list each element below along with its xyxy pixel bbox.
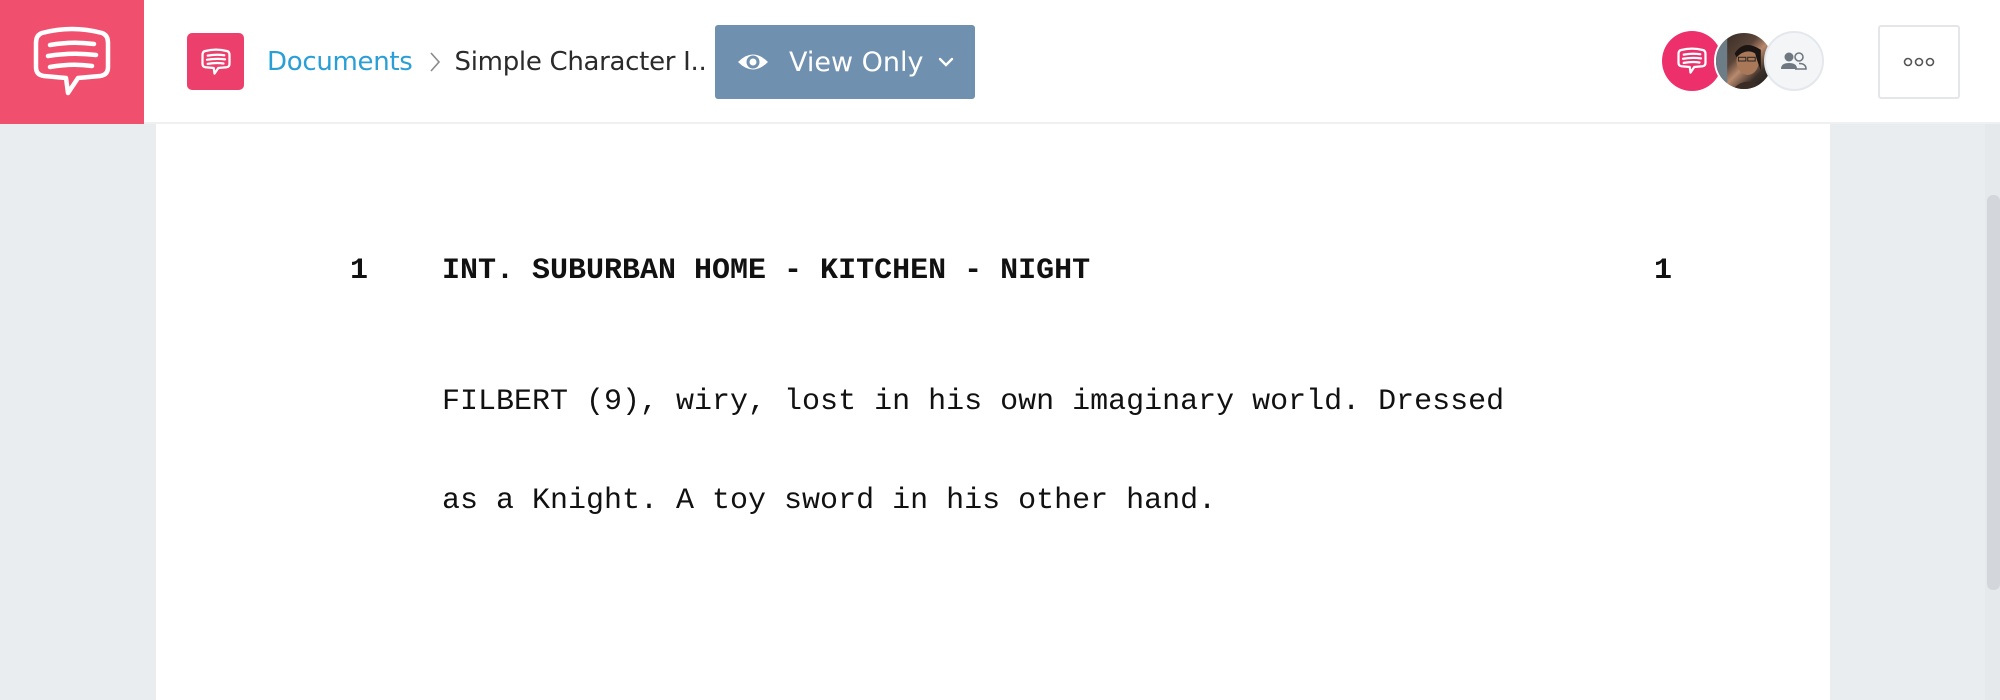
screenplay-page: 1 INT. SUBURBAN HOME - KITCHEN - NIGHT 1… xyxy=(156,124,1830,700)
chat-bubble-icon xyxy=(33,26,111,96)
top-bar: Documents Simple Character I.. View Only xyxy=(0,0,2000,124)
document-type-badge xyxy=(187,33,244,90)
scene-heading: INT. SUBURBAN HOME - KITCHEN - NIGHT xyxy=(442,254,1091,288)
breadcrumb-documents-link[interactable]: Documents xyxy=(267,47,413,77)
view-mode-dropdown[interactable]: View Only xyxy=(715,25,975,99)
chevron-down-icon xyxy=(938,57,954,67)
breadcrumb: Documents Simple Character I.. xyxy=(267,40,707,84)
chevron-right-icon xyxy=(429,51,441,73)
chat-bubble-icon xyxy=(1677,47,1707,74)
share-users-button[interactable] xyxy=(1764,31,1824,91)
scene-number-left: 1 xyxy=(350,254,369,288)
scene-number-right: 1 xyxy=(1654,254,1673,288)
action-block: FILBERT (9), wiry, lost in his own imagi… xyxy=(442,320,1504,584)
chat-bubble-icon xyxy=(200,48,231,75)
scrollbar-thumb[interactable] xyxy=(1987,195,2000,590)
view-mode-label: View Only xyxy=(789,46,924,78)
breadcrumb-current-document[interactable]: Simple Character I.. xyxy=(455,47,707,77)
action-line: as a Knight. A toy sword in his other ha… xyxy=(442,484,1217,518)
avatar-app[interactable] xyxy=(1662,31,1722,91)
more-options-button[interactable] xyxy=(1878,25,1960,99)
action-line: FILBERT (9), wiry, lost in his own imagi… xyxy=(442,385,1505,419)
app-logo[interactable] xyxy=(0,0,144,124)
users-icon xyxy=(1781,52,1807,70)
eye-icon xyxy=(737,51,769,73)
more-horizontal-icon xyxy=(1903,57,1935,67)
